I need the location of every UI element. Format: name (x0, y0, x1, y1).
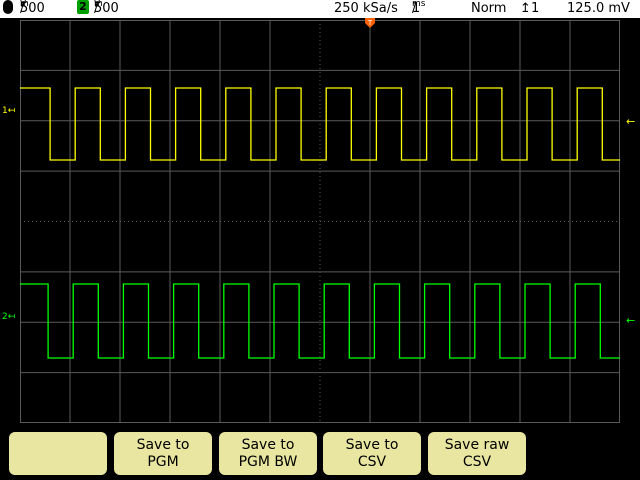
graticule (20, 20, 620, 423)
timebase: 1 ms / (412, 0, 426, 16)
softkey-bar: Save to PGM Save to PGM BW Save to CSV Save… (0, 426, 640, 480)
ch1-trigger-level-arrow-icon[interactable]: ← (626, 115, 635, 128)
save-to-pgm-bw-button[interactable]: Save to PGM BW (219, 432, 317, 475)
status-bar: 500 m V/ 2 500 m V/ 250 kSa/s 1 ms / Norm ↥ … (0, 0, 640, 18)
trigger-edge-icon: ↥ (520, 1, 531, 16)
softkey-1[interactable] (9, 432, 107, 475)
ch1-scale: 500 m V / (20, 0, 45, 16)
save-to-pgm-button[interactable]: Save to PGM (114, 432, 212, 475)
sample-rate: 250 kSa/s (334, 1, 398, 16)
trigger-source: 1 (531, 1, 540, 16)
ch2-scale: 500 m V / (94, 0, 119, 16)
save-raw-csv-button[interactable]: Save raw CSV (428, 432, 526, 475)
ch2-level-arrow-icon[interactable]: ← (626, 314, 635, 327)
ch1-ground-marker[interactable]: 1↤ (2, 106, 15, 116)
ch2-ground-marker[interactable]: 2↤ (2, 312, 15, 322)
trigger-level: 125.0 mV (567, 1, 630, 16)
save-to-csv-button[interactable]: Save to CSV (323, 432, 421, 475)
trigger-position-marker[interactable]: T (365, 18, 377, 28)
trigger-mode: Norm (471, 1, 507, 16)
svg-text:T: T (367, 19, 373, 27)
waveform-display[interactable] (20, 20, 620, 423)
